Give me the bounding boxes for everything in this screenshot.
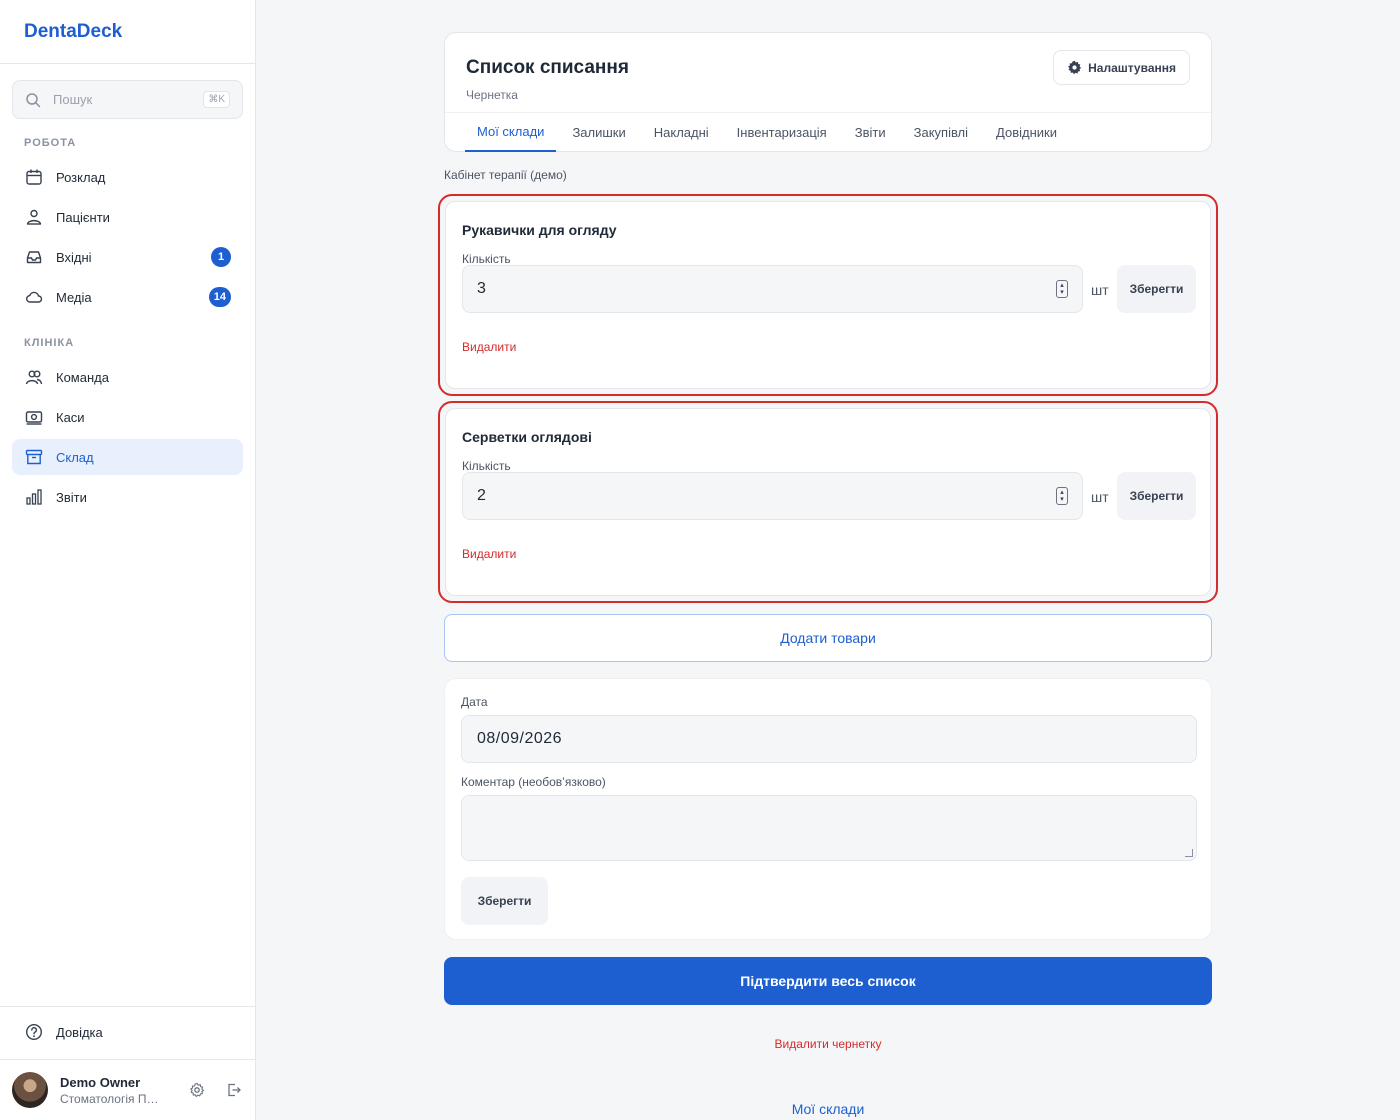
my-warehouses-link[interactable]: Мої склади bbox=[444, 1101, 1212, 1117]
tab-purchases[interactable]: Закупівлі bbox=[902, 113, 980, 152]
sidebar-item-label: Каси bbox=[56, 409, 85, 425]
bar-chart-icon bbox=[24, 487, 44, 507]
tab-my-warehouses[interactable]: Мої склади bbox=[465, 113, 557, 152]
warehouse-tabs: Мої склади Залишки Накладні Інвентаризац… bbox=[445, 112, 1211, 152]
user-profile: Demo Owner Стоматологія Пе... bbox=[12, 1072, 244, 1108]
sidebar-item-media[interactable]: Медіа 14 bbox=[12, 279, 243, 315]
sidebar-item-label: Медіа bbox=[56, 289, 92, 305]
sidebar-divider bbox=[0, 1059, 256, 1060]
spinner-icon[interactable]: ▴ ▾ bbox=[1056, 487, 1068, 505]
quantity-label: Кількість bbox=[462, 459, 511, 473]
quantity-input[interactable]: 3 ▴ ▾ bbox=[462, 265, 1083, 313]
search-icon bbox=[26, 92, 41, 107]
settings-button[interactable]: Налаштування bbox=[1053, 50, 1190, 85]
logout-icon[interactable] bbox=[224, 1080, 244, 1100]
sidebar-item-warehouse[interactable]: Склад bbox=[12, 439, 243, 475]
tab-stock[interactable]: Залишки bbox=[560, 113, 637, 152]
inbox-icon bbox=[24, 247, 44, 267]
patients-icon bbox=[24, 207, 44, 227]
gear-icon[interactable] bbox=[187, 1080, 207, 1100]
media-count-badge: 14 bbox=[208, 287, 231, 307]
team-icon bbox=[24, 367, 44, 387]
confirm-list-button[interactable]: Підтвердити весь список bbox=[444, 957, 1212, 1005]
help-icon bbox=[24, 1022, 44, 1042]
sidebar-item-team[interactable]: Команда bbox=[12, 359, 243, 395]
delete-draft-link[interactable]: Видалити чернетку bbox=[444, 1037, 1212, 1051]
gear-icon bbox=[1068, 60, 1082, 75]
sidebar-item-label: Вхідні bbox=[56, 249, 92, 265]
comment-label: Коментар (необов’язково) bbox=[461, 775, 606, 789]
spinner-icon[interactable]: ▴ ▾ bbox=[1056, 280, 1068, 298]
highlighted-item: Серветки оглядові Кількість 2 ▴ ▾ шт Збер… bbox=[438, 401, 1218, 603]
tab-inventory[interactable]: Інвентаризація bbox=[725, 113, 839, 152]
brand-logo[interactable]: DentaDeck bbox=[0, 0, 255, 64]
writeoff-form: Дата 08/09/2026 Коментар (необов’язково)… bbox=[444, 678, 1212, 940]
sidebar-item-label: Розклад bbox=[56, 169, 106, 185]
page-status: Чернетка bbox=[466, 88, 518, 102]
archive-icon bbox=[24, 447, 44, 467]
avatar[interactable] bbox=[12, 1072, 48, 1108]
calendar-icon bbox=[24, 167, 44, 187]
cash-icon bbox=[24, 407, 44, 427]
sidebar-item-label: Команда bbox=[56, 369, 109, 385]
sidebar-item-schedule[interactable]: Розклад bbox=[12, 159, 243, 195]
sidebar-item-label: Склад bbox=[56, 449, 94, 465]
sidebar-help-label: Довідка bbox=[56, 1024, 103, 1040]
user-name: Demo Owner bbox=[60, 1074, 141, 1090]
sidebar-item-label: Звіти bbox=[56, 489, 87, 505]
sidebar-divider bbox=[0, 1006, 256, 1007]
writeoff-item-card: Серветки оглядові Кількість 2 ▴ ▾ шт Збер… bbox=[445, 408, 1211, 596]
resize-handle[interactable] bbox=[1185, 849, 1193, 857]
section-label-work: РОБОТА bbox=[24, 137, 77, 149]
unit-label: шт bbox=[1091, 489, 1109, 505]
page-title: Список списання bbox=[466, 57, 629, 78]
inbox-count-badge: 1 bbox=[211, 247, 231, 267]
add-items-button[interactable]: Додати товари bbox=[444, 614, 1212, 662]
delete-item-link[interactable]: Видалити bbox=[462, 340, 516, 354]
quantity-value: 3 bbox=[477, 280, 486, 297]
page-header: Список списання Чернетка Налаштування Мо… bbox=[444, 32, 1212, 152]
quantity-label: Кількість bbox=[462, 252, 511, 266]
unit-label: шт bbox=[1091, 282, 1109, 298]
tab-reports[interactable]: Звіти bbox=[843, 113, 898, 152]
sidebar-item-patients[interactable]: Пацієнти bbox=[12, 199, 243, 235]
sidebar-item-label: Пацієнти bbox=[56, 209, 110, 225]
tab-invoices[interactable]: Накладні bbox=[642, 113, 721, 152]
user-org: Стоматологія Пе... bbox=[60, 1091, 162, 1106]
cloud-icon bbox=[24, 287, 44, 307]
tab-directories[interactable]: Довідники bbox=[984, 113, 1069, 152]
search-input[interactable]: Пошук ⌘K bbox=[12, 80, 243, 119]
sidebar-item-cash[interactable]: Каси bbox=[12, 399, 243, 435]
date-label: Дата bbox=[461, 695, 488, 709]
section-label-clinic: КЛІНІКА bbox=[24, 337, 75, 349]
delete-item-link[interactable]: Видалити bbox=[462, 547, 516, 561]
sidebar-item-inbox[interactable]: Вхідні 1 bbox=[12, 239, 243, 275]
sidebar-item-reports[interactable]: Звіти bbox=[12, 479, 243, 515]
search-shortcut: ⌘K bbox=[203, 91, 230, 108]
comment-field[interactable] bbox=[461, 795, 1197, 861]
search-placeholder: Пошук bbox=[53, 92, 93, 107]
save-item-button[interactable]: Зберегти bbox=[1117, 472, 1196, 520]
quantity-input[interactable]: 2 ▴ ▾ bbox=[462, 472, 1083, 520]
location-label: Кабінет терапії (демо) bbox=[444, 168, 567, 182]
quantity-value: 2 bbox=[477, 487, 486, 504]
item-name: Серветки оглядові bbox=[462, 429, 592, 445]
save-item-button[interactable]: Зберегти bbox=[1117, 265, 1196, 313]
sidebar-item-help[interactable]: Довідка bbox=[12, 1014, 243, 1050]
settings-label: Налаштування bbox=[1088, 60, 1176, 75]
item-name: Рукавички для огляду bbox=[462, 222, 617, 238]
save-form-button[interactable]: Зберегти bbox=[461, 877, 548, 925]
sidebar: DentaDeck Пошук ⌘K РОБОТА Розклад Пацієн… bbox=[0, 0, 256, 1120]
highlighted-item: Рукавички для огляду Кількість 3 ▴ ▾ шт З… bbox=[438, 194, 1218, 396]
writeoff-item-card: Рукавички для огляду Кількість 3 ▴ ▾ шт З… bbox=[445, 201, 1211, 389]
date-field[interactable]: 08/09/2026 bbox=[461, 715, 1197, 763]
